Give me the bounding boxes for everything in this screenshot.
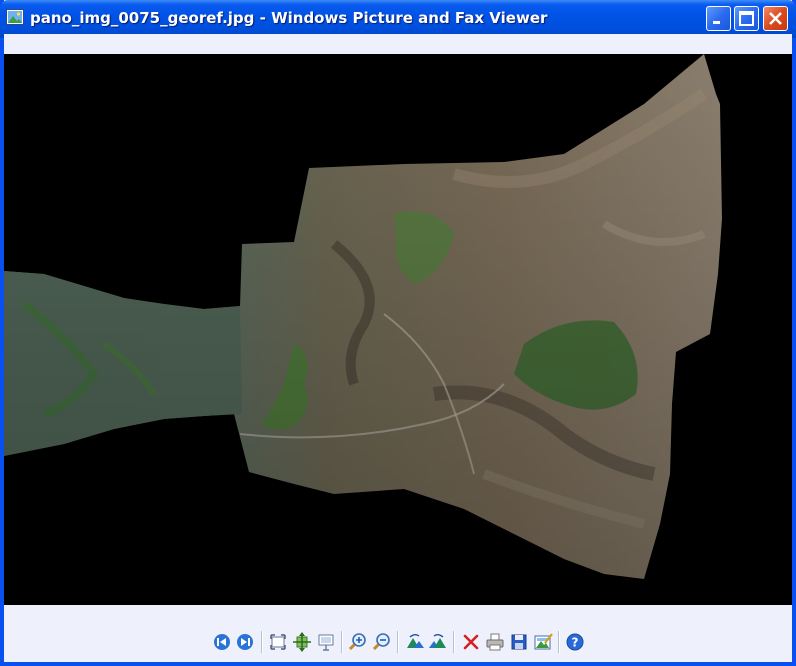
svg-text:?: ? [572, 636, 579, 650]
save-icon [511, 634, 527, 650]
open-for-editing-button[interactable] [532, 631, 554, 653]
viewer-area: ? [4, 34, 792, 662]
previous-image-button[interactable] [211, 631, 233, 653]
toolbar-separator [341, 631, 343, 653]
rotate-counterclockwise-icon [429, 634, 446, 648]
rotate-clockwise-button[interactable] [404, 631, 426, 653]
previous-icon [214, 634, 230, 650]
print-button[interactable] [484, 631, 506, 653]
next-icon [237, 634, 253, 650]
viewer-toolbar: ? [4, 628, 792, 658]
actual-size-icon [293, 632, 311, 652]
window-title: pano_img_0075_georef.jpg - Windows Pictu… [30, 9, 548, 27]
maximize-button[interactable] [734, 6, 759, 31]
next-image-button[interactable] [234, 631, 256, 653]
slideshow-icon [318, 634, 334, 651]
edit-icon [534, 633, 553, 650]
copy-to-button[interactable] [508, 631, 530, 653]
best-fit-icon [270, 634, 286, 650]
delete-button[interactable] [460, 631, 482, 653]
print-icon [486, 633, 504, 651]
toolbar-separator [558, 631, 560, 653]
minimize-icon [713, 21, 720, 24]
zoom-in-button[interactable] [347, 631, 369, 653]
toolbar-separator [453, 631, 455, 653]
minimize-button[interactable] [706, 6, 731, 31]
actual-size-button[interactable] [291, 631, 313, 653]
close-icon [769, 12, 782, 25]
zoom-in-icon [348, 633, 366, 651]
delete-icon [463, 634, 479, 650]
zoom-out-button[interactable] [371, 631, 393, 653]
title-bar[interactable]: pano_img_0075_georef.jpg - Windows Pictu… [0, 0, 796, 38]
zoom-out-icon [372, 633, 390, 651]
picture-viewer-icon[interactable] [6, 9, 24, 25]
maximize-icon [739, 11, 754, 26]
toolbar-separator [397, 631, 399, 653]
aerial-panorama-image [4, 54, 792, 605]
help-button[interactable]: ? [564, 631, 586, 653]
rotate-counterclockwise-button[interactable] [427, 631, 449, 653]
image-display[interactable] [4, 54, 792, 605]
rotate-clockwise-icon [407, 634, 424, 648]
slideshow-button[interactable] [315, 631, 337, 653]
picture-viewer-window: pano_img_0075_georef.jpg - Windows Pictu… [0, 0, 796, 666]
toolbar-separator [261, 631, 263, 653]
best-fit-button[interactable] [267, 631, 289, 653]
help-icon: ? [566, 633, 584, 651]
close-button[interactable] [763, 6, 788, 31]
